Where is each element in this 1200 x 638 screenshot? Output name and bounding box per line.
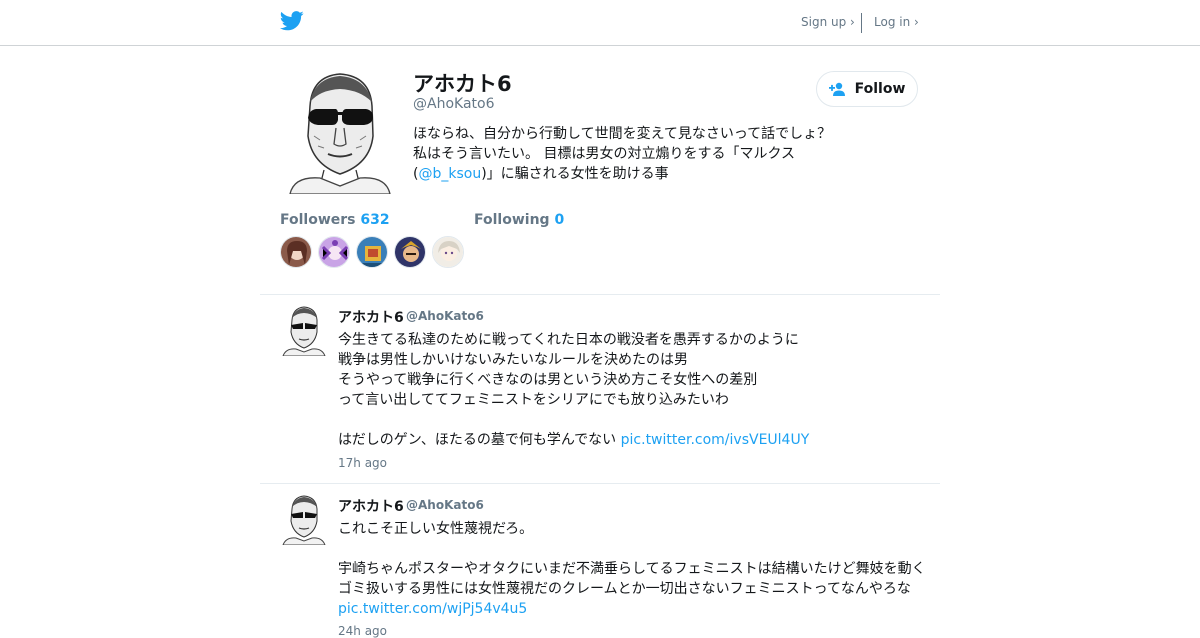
followers-label: Followers [280,212,356,228]
divider [260,294,940,295]
tweet-avatar[interactable] [280,493,328,545]
follower-avatar[interactable] [356,236,388,268]
follower-avatar[interactable] [394,236,426,268]
nav-divider [861,13,862,33]
twitter-bird-icon[interactable] [280,11,304,31]
follow-label: Follow [854,81,906,97]
bio-mention-link[interactable]: @b_ksou [418,166,481,182]
tweet-timestamp[interactable]: 24h ago [338,624,387,638]
followers-count: 632 [360,212,390,228]
tweet-body: これこそ正しい女性蔑視だろ。 宇崎ちゃんポスターやオタクにいまだ不満垂らしてるフ… [338,521,926,597]
followers-stat[interactable]: Followers 632 [280,212,390,228]
profile-handle: @AhoKato6 [413,96,495,112]
following-stat[interactable]: Following 0 [474,212,564,228]
profile-avatar [280,66,400,194]
tweet-author-name[interactable]: アホカト6 [338,307,404,327]
tweet-timestamp[interactable]: 17h ago [338,456,387,470]
follower-avatar[interactable] [280,236,312,268]
profile-bio: ほならね、自分から行動して世間を変えて見なさいって話でしょ？ 私はそう言いたい。… [413,124,833,184]
following-label: Following [474,212,550,228]
tweet-media-link[interactable]: pic.twitter.com/ivsVEUl4UY [621,432,810,448]
follower-avatar[interactable] [318,236,350,268]
bio-text-2: )」に騙される女性を助ける事 [481,166,669,182]
login-link[interactable]: Log in › [874,15,919,29]
following-count: 0 [554,212,565,228]
follower-avatar[interactable] [432,236,464,268]
tweet-avatar[interactable] [280,304,328,356]
tweet-author-handle[interactable]: @AhoKato6 [406,309,484,323]
tweet-body: 今生きてる私達のために戦ってくれた日本の戦没者を愚弄するかのように 戦争は男性し… [338,332,799,448]
tweet-media-link[interactable]: pic.twitter.com/wjPj54v4u5 [338,601,527,617]
divider [260,483,940,484]
tweet-text: これこそ正しい女性蔑視だろ。 宇崎ちゃんポスターやオタクにいまだ不満垂らしてるフ… [338,519,938,619]
add-user-icon [828,82,845,96]
top-bar: Sign up › Log in › [0,0,1200,46]
follow-button[interactable]: Follow [816,71,918,107]
tweet-author-name[interactable]: アホカト6 [338,496,404,516]
profile-name: アホカト6 [413,72,512,96]
signup-link[interactable]: Sign up › [801,15,855,29]
follower-avatars [280,236,464,268]
tweet-author-handle[interactable]: @AhoKato6 [406,498,484,512]
tweet-text: 今生きてる私達のために戦ってくれた日本の戦没者を愚弄するかのように 戦争は男性し… [338,330,938,450]
